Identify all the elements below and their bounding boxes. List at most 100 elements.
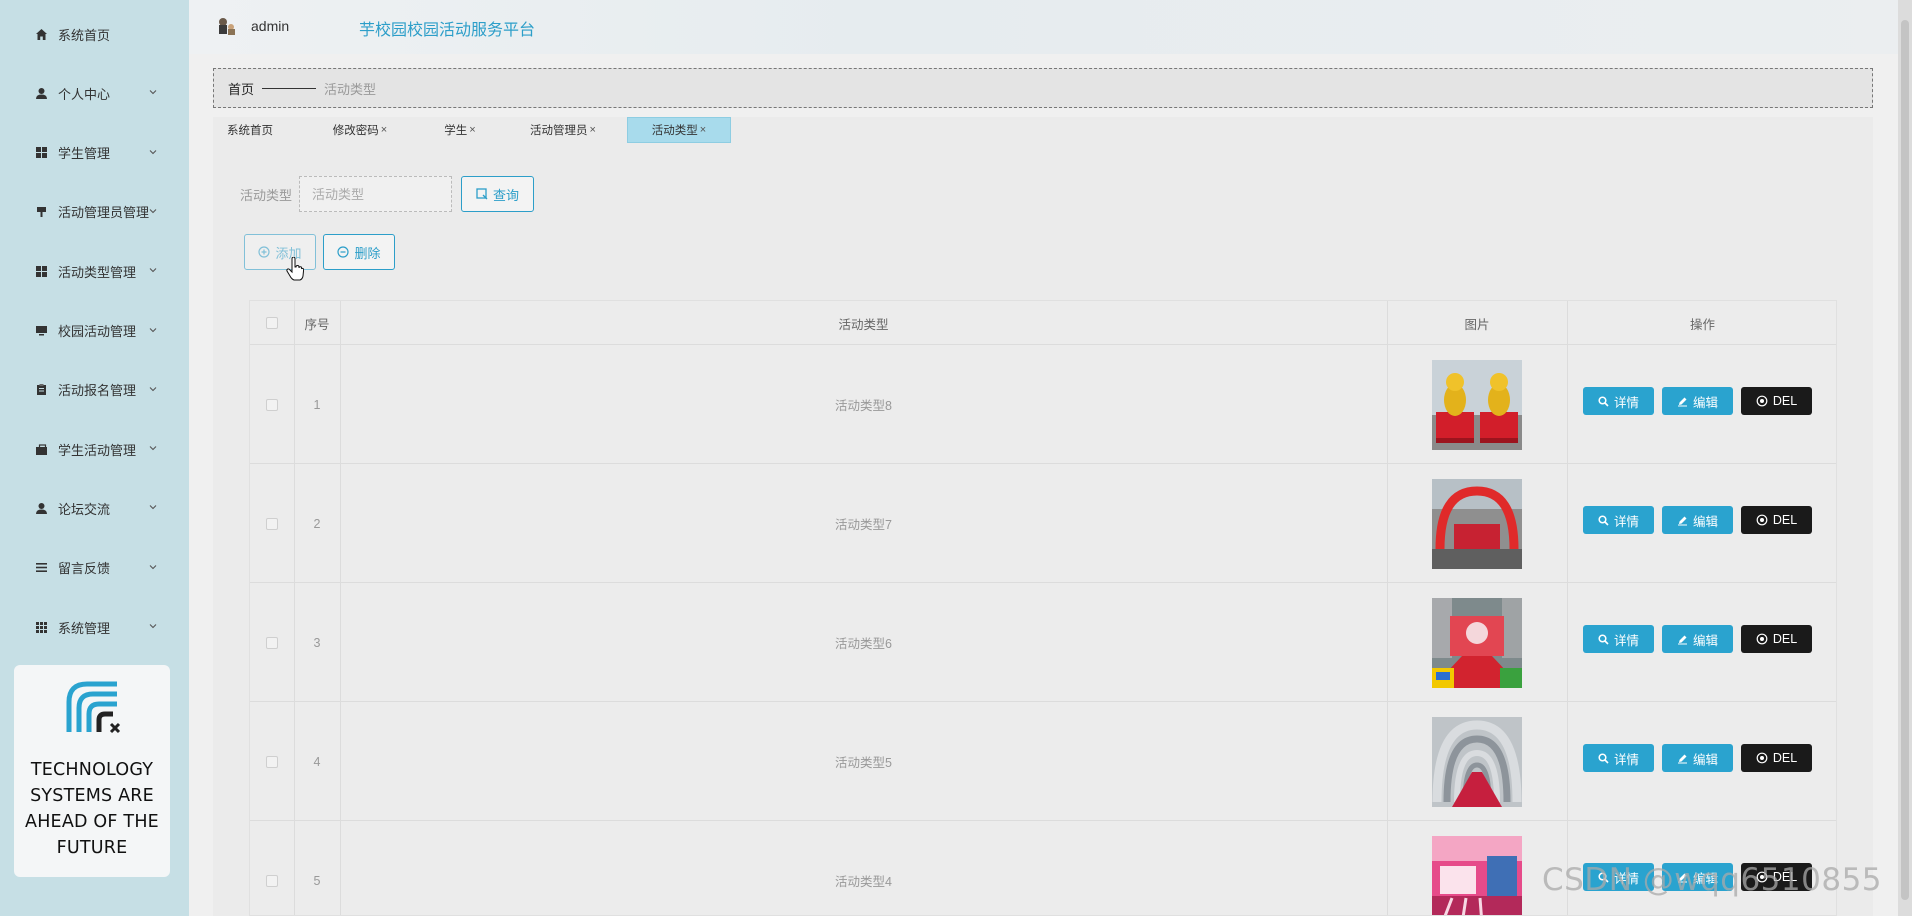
sidebar-item[interactable]: 活动管理员管理 xyxy=(0,192,189,232)
page-scrollbar[interactable] xyxy=(1898,0,1912,916)
del-button[interactable]: DEL xyxy=(1741,387,1812,415)
sidebar-item[interactable]: 校园活动管理 xyxy=(0,311,189,351)
tab-label: 学生 xyxy=(444,125,468,137)
sidebar-item[interactable]: 系统管理 xyxy=(0,607,189,647)
detail-label: 详情 xyxy=(1613,514,1639,529)
sidebar-item-label: 活动类型管理 xyxy=(58,264,137,280)
select-all-checkbox[interactable] xyxy=(266,317,278,329)
header-index: 序号 xyxy=(304,317,330,332)
del-label: DEL xyxy=(1772,632,1798,646)
signal-logo-icon xyxy=(66,681,121,734)
chevron-down-icon xyxy=(147,383,159,395)
delete-circle-icon xyxy=(1756,871,1768,883)
edit-button[interactable]: 编辑 xyxy=(1662,863,1733,891)
select-all-cell xyxy=(250,301,294,345)
detail-button[interactable]: 详情 xyxy=(1583,506,1654,534)
edit-icon xyxy=(1677,634,1688,645)
row-checkbox[interactable] xyxy=(266,636,278,649)
del-button[interactable]: DEL xyxy=(1741,625,1812,653)
detail-button[interactable]: 详情 xyxy=(1583,744,1654,772)
platform-title: 芋校园校园活动服务平台 xyxy=(359,22,536,39)
row-checkbox[interactable] xyxy=(266,398,278,411)
row-activity-type: 活动类型6 xyxy=(835,637,892,651)
edit-label: 编辑 xyxy=(1692,871,1718,886)
search-button[interactable]: 查询 xyxy=(461,176,534,212)
row-checkbox[interactable] xyxy=(266,874,278,887)
sidebar-item[interactable]: 系统首页 xyxy=(0,14,189,54)
data-table: 序号 活动类型 图片 操作 1 活动类型8 详情 编辑 DEL 2 活动类型7 详情 编辑 DEL… xyxy=(249,300,1837,916)
tab-label: 系统首页 xyxy=(227,125,273,137)
delete-button[interactable]: 删除 xyxy=(323,234,395,270)
delete-circle-icon xyxy=(1756,752,1768,764)
row-activity-type: 活动类型5 xyxy=(835,756,892,770)
header-image: 图片 xyxy=(1464,317,1490,332)
sidebar-item[interactable]: 论坛交流 xyxy=(0,488,189,528)
add-button[interactable]: 添加 xyxy=(244,234,316,270)
edit-button[interactable]: 编辑 xyxy=(1662,506,1733,534)
golden-lions-photo[interactable] xyxy=(1432,359,1522,450)
admin-username[interactable]: admin xyxy=(251,18,289,34)
close-icon[interactable]: × xyxy=(469,124,475,136)
sidebar-item-label: 活动管理员管理 xyxy=(58,205,150,221)
del-button[interactable]: DEL xyxy=(1741,744,1812,772)
table-row: 2 活动类型7 详情 编辑 DEL xyxy=(250,464,1836,583)
delete-circle-icon xyxy=(1756,633,1768,645)
minus-circle-icon xyxy=(337,246,350,258)
avatar[interactable] xyxy=(217,16,237,36)
del-button[interactable]: DEL xyxy=(1741,506,1812,534)
detail-label: 详情 xyxy=(1613,633,1639,648)
breadcrumb-home[interactable]: 首页 xyxy=(228,79,254,98)
grid-icon xyxy=(34,264,48,278)
sidebar-item[interactable]: 留言反馈 xyxy=(0,548,189,588)
row-activity-type: 活动类型7 xyxy=(835,518,892,532)
row-checkbox[interactable] xyxy=(266,755,278,768)
grid-icon xyxy=(34,146,48,160)
row-activity-type: 活动类型4 xyxy=(835,875,892,889)
breadcrumb-separator xyxy=(262,87,317,89)
search-input[interactable] xyxy=(299,176,452,212)
list-icon xyxy=(34,561,48,575)
row-image-cell xyxy=(1387,702,1567,821)
sidebar: 系统首页个人中心学生管理活动管理员管理 活动类型管理校园活动管理 活动报名管理 学生活… xyxy=(0,0,189,916)
close-icon[interactable]: × xyxy=(590,124,596,136)
del-label: DEL xyxy=(1772,870,1798,884)
del-button[interactable]: DEL xyxy=(1741,863,1812,891)
sidebar-item[interactable]: 活动类型管理 xyxy=(0,251,189,291)
detail-button[interactable]: 详情 xyxy=(1583,863,1654,891)
close-icon[interactable]: × xyxy=(700,124,706,136)
edit-button[interactable]: 编辑 xyxy=(1662,744,1733,772)
edit-icon xyxy=(1677,872,1688,883)
stage-carpet-photo[interactable] xyxy=(1432,597,1522,688)
search-icon xyxy=(1598,633,1609,645)
sidebar-item-label: 系统首页 xyxy=(58,27,111,43)
tab-students[interactable]: 学生 × xyxy=(430,117,490,143)
sidebar-item[interactable]: 个人中心 xyxy=(0,73,189,113)
row-index: 1 xyxy=(313,397,321,412)
chevron-down-icon xyxy=(147,324,159,336)
edit-button[interactable]: 编辑 xyxy=(1662,387,1733,415)
row-index: 4 xyxy=(313,754,321,769)
tab-change-password[interactable]: 修改密码 × xyxy=(323,117,397,143)
balloon-tunnel-photo[interactable] xyxy=(1432,716,1522,807)
edit-label: 编辑 xyxy=(1692,395,1718,410)
edit-icon xyxy=(1677,753,1688,764)
detail-button[interactable]: 详情 xyxy=(1583,387,1654,415)
plus-circle-icon xyxy=(258,246,271,258)
sidebar-item[interactable]: 学生活动管理 xyxy=(0,429,189,469)
edit-label: 编辑 xyxy=(1692,514,1718,529)
sidebar-item[interactable]: 学生管理 xyxy=(0,133,189,173)
close-icon[interactable]: × xyxy=(381,124,387,136)
red-arch-photo[interactable] xyxy=(1432,478,1522,569)
pink-hall-photo[interactable] xyxy=(1432,835,1522,915)
row-checkbox[interactable] xyxy=(266,517,278,530)
row-activity-type: 活动类型8 xyxy=(835,399,892,413)
tab-home[interactable]: 系统首页 xyxy=(213,117,287,143)
detail-button[interactable]: 详情 xyxy=(1583,625,1654,653)
tab-activity-admins[interactable]: 活动管理员 × xyxy=(518,117,608,143)
edit-label: 编辑 xyxy=(1692,633,1718,648)
sidebar-item[interactable]: 活动报名管理 xyxy=(0,370,189,410)
tab-activity-types[interactable]: 活动类型 × xyxy=(627,117,731,143)
scrollbar-thumb[interactable] xyxy=(1901,20,1909,900)
edit-button[interactable]: 编辑 xyxy=(1662,625,1733,653)
chevron-down-icon xyxy=(147,561,159,573)
